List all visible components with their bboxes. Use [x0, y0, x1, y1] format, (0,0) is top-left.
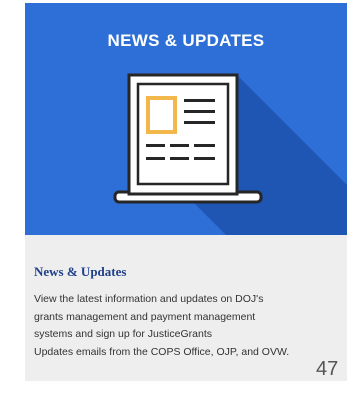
- news-updates-card[interactable]: NEWS & UPDATES News & Updates View the l…: [25, 3, 347, 381]
- text-line-icon: [146, 144, 165, 147]
- description-line: Updates emails from the COPS Office, OJP…: [34, 345, 290, 358]
- image-placeholder-icon: [146, 96, 177, 134]
- text-line-icon: [194, 144, 215, 147]
- description-line: systems and sign up for JusticeGrants: [34, 328, 212, 341]
- banner-title: NEWS & UPDATES: [107, 31, 265, 50]
- text-line-icon: [146, 157, 165, 160]
- card-description: View the latest information and updates …: [34, 291, 346, 361]
- news-updates-banner[interactable]: NEWS & UPDATES: [25, 3, 347, 235]
- text-line-icon: [184, 121, 215, 124]
- description-line: View the latest information and updates …: [34, 293, 264, 305]
- text-line-icon: [184, 110, 215, 113]
- card-heading-link[interactable]: News & Updates: [34, 264, 126, 280]
- text-line-icon: [170, 157, 189, 160]
- description-line: grants management and payment management: [34, 310, 256, 323]
- text-line-icon: [194, 157, 215, 160]
- text-line-icon: [184, 99, 215, 102]
- page-number: 47: [316, 358, 339, 380]
- text-line-icon: [170, 144, 189, 147]
